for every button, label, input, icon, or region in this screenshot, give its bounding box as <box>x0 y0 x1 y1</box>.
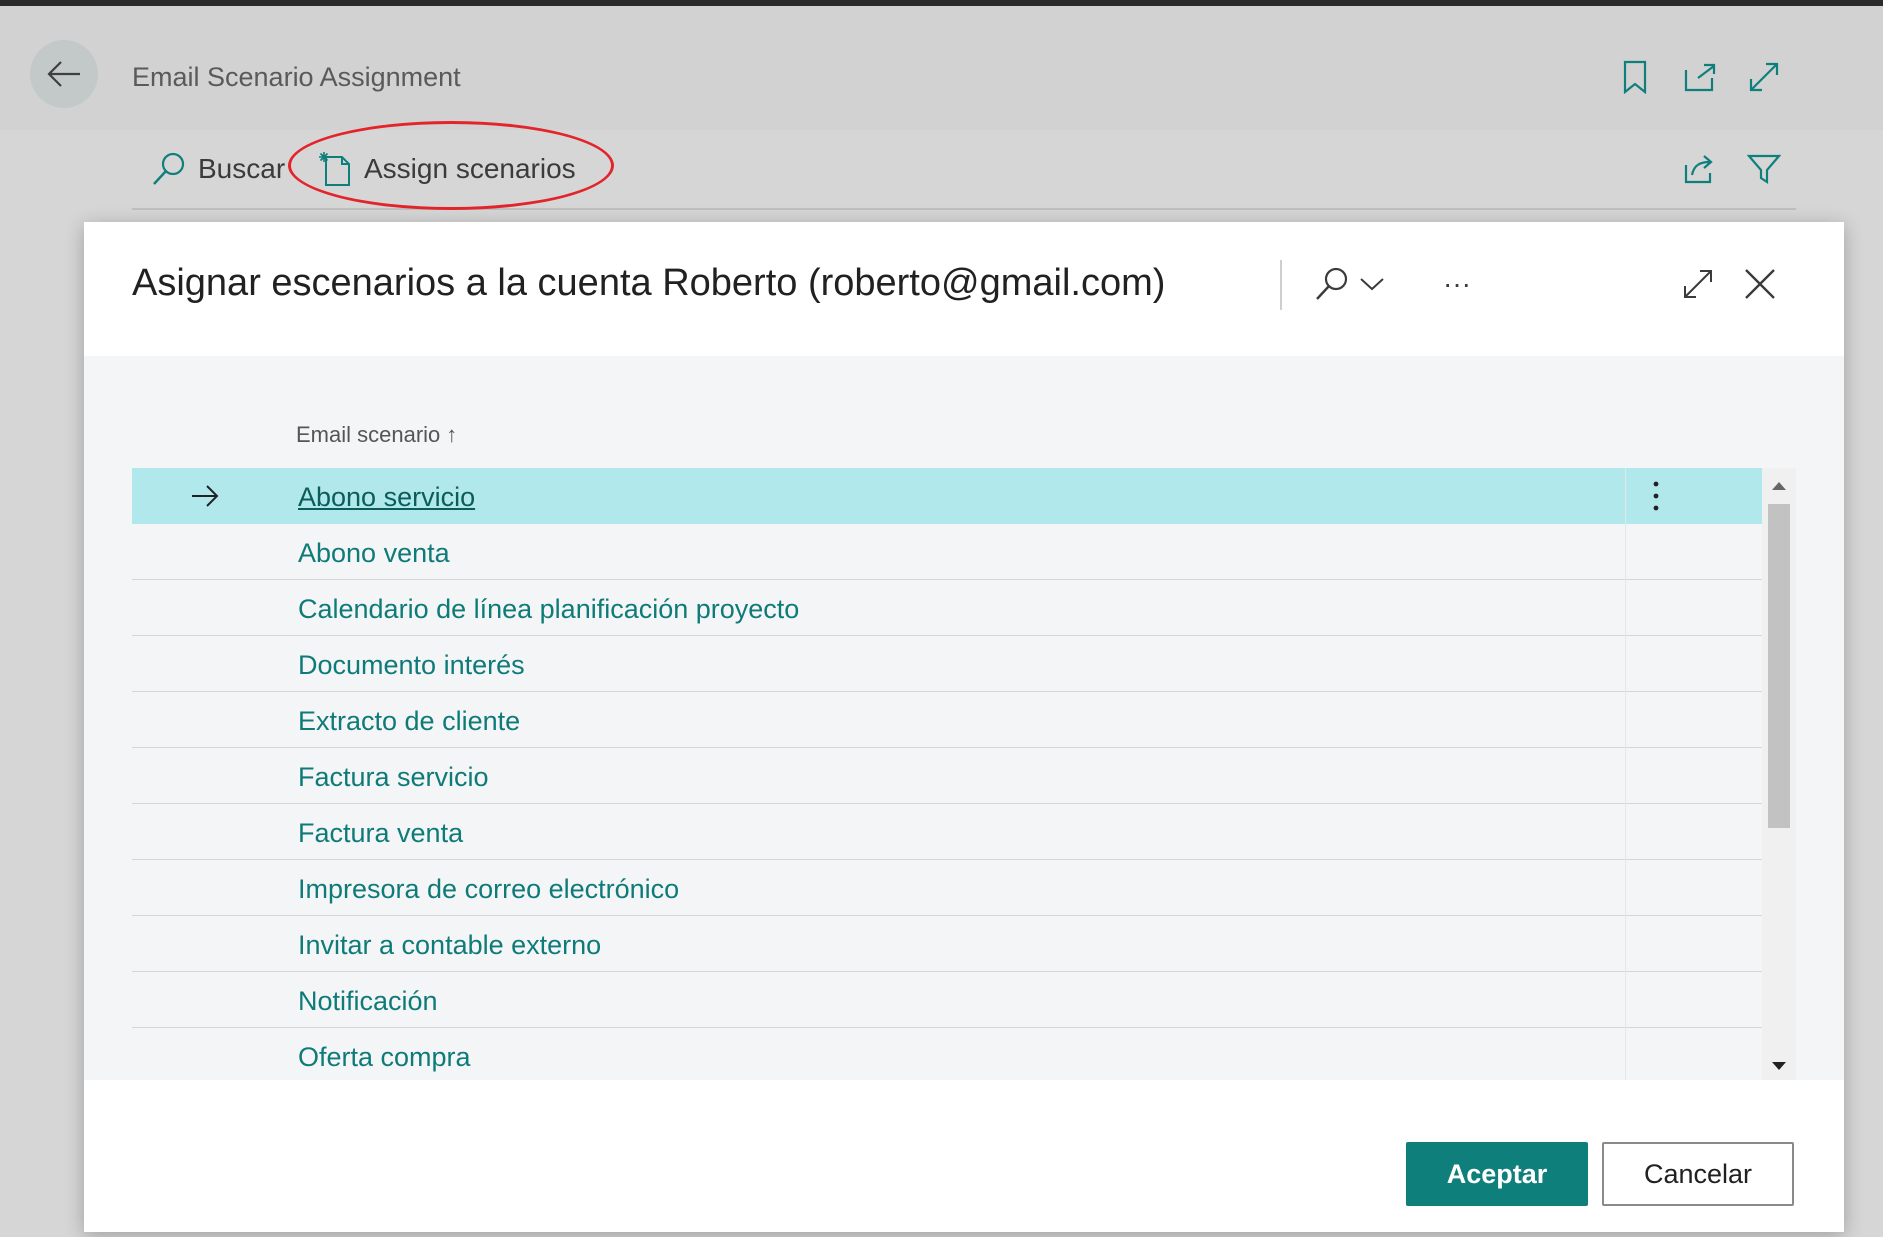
scenario-list: Abono servicio Abono venta Calendario de l… <box>132 468 1762 1080</box>
row-actions-icon[interactable] <box>1644 478 1668 514</box>
list-item[interactable]: Abono servicio <box>132 468 1762 524</box>
search-action[interactable]: Buscar <box>150 150 285 188</box>
email-scenario-cell[interactable]: Extracto de cliente <box>298 706 520 737</box>
list-item[interactable]: Abono venta <box>132 524 1762 580</box>
scrollbar-thumb[interactable] <box>1768 504 1790 828</box>
column-header-email-scenario[interactable]: Email scenario ↑ <box>296 422 457 448</box>
list-item[interactable]: Factura venta <box>132 804 1762 860</box>
column-divider <box>1625 636 1626 692</box>
search-icon <box>150 150 188 188</box>
list-item[interactable]: Calendario de línea planificación proyec… <box>132 580 1762 636</box>
email-scenario-cell[interactable]: Impresora de correo electrónico <box>298 874 679 905</box>
column-divider <box>1625 804 1626 860</box>
list-item[interactable]: Invitar a contable externo <box>132 916 1762 972</box>
scroll-up-icon[interactable] <box>1772 482 1786 490</box>
bookmark-button[interactable] <box>1616 58 1654 96</box>
filter-icon <box>1747 154 1781 185</box>
email-scenario-cell[interactable]: Oferta compra <box>298 1042 471 1073</box>
header-separator <box>1280 260 1282 310</box>
column-header-label: Email scenario <box>296 422 441 447</box>
column-divider <box>1625 468 1626 524</box>
back-button[interactable] <box>30 40 98 108</box>
expand-icon <box>1749 62 1779 92</box>
email-scenario-cell[interactable]: Abono servicio <box>298 482 475 513</box>
email-scenario-cell[interactable]: Factura venta <box>298 818 463 849</box>
search-dropdown-button[interactable] <box>1310 262 1390 306</box>
column-divider <box>1625 748 1626 804</box>
more-options-button[interactable]: ··· <box>1430 262 1484 306</box>
list-item[interactable]: Oferta compra <box>132 1028 1762 1080</box>
list-scrollbar[interactable] <box>1762 468 1796 1080</box>
email-scenario-cell[interactable]: Invitar a contable externo <box>298 930 601 961</box>
action-bar-divider <box>132 208 1796 210</box>
back-arrow-icon <box>47 61 80 87</box>
close-icon <box>1745 269 1775 299</box>
expand-dialog-button[interactable] <box>1676 262 1720 306</box>
list-item[interactable]: Factura servicio <box>132 748 1762 804</box>
current-row-arrow-icon <box>192 485 219 507</box>
column-divider <box>1625 1028 1626 1080</box>
filter-button[interactable] <box>1745 150 1783 188</box>
dialog-body: Email scenario ↑ Abono servicio Abono ven… <box>84 356 1844 1080</box>
accept-button[interactable]: Aceptar <box>1406 1142 1588 1206</box>
page-title: Email Scenario Assignment <box>132 62 461 92</box>
dialog-header: Asignar escenarios a la cuenta Roberto (… <box>84 222 1844 356</box>
email-scenario-cell[interactable]: Calendario de línea planificación proyec… <box>298 594 799 625</box>
search-action-label: Buscar <box>198 153 286 184</box>
column-divider <box>1625 916 1626 972</box>
chevron-down-icon <box>1360 278 1384 291</box>
open-in-new-window-icon <box>1684 63 1716 92</box>
scroll-down-icon[interactable] <box>1772 1062 1786 1070</box>
email-scenario-cell[interactable]: Documento interés <box>298 650 525 681</box>
email-scenario-cell[interactable]: Notificación <box>298 986 438 1017</box>
email-scenario-cell[interactable]: Abono venta <box>298 538 450 569</box>
dialog-footer: Aceptar Cancelar <box>84 1080 1844 1232</box>
cancel-button[interactable]: Cancelar <box>1602 1142 1794 1206</box>
list-item[interactable]: Extracto de cliente <box>132 692 1762 748</box>
open-in-new-window-button[interactable] <box>1680 58 1718 96</box>
column-divider <box>1625 972 1626 1028</box>
bookmark-icon <box>1623 60 1647 94</box>
share-button[interactable] <box>1680 150 1718 188</box>
assign-scenarios-dialog: Asignar escenarios a la cuenta Roberto (… <box>84 222 1844 1232</box>
email-scenario-cell[interactable]: Factura servicio <box>298 762 489 793</box>
list-item[interactable]: Notificación <box>132 972 1762 1028</box>
close-dialog-button[interactable] <box>1738 262 1782 306</box>
search-icon <box>1316 267 1348 300</box>
sort-ascending-icon: ↑ <box>446 422 458 447</box>
annotation-ellipse <box>288 121 614 210</box>
column-divider <box>1625 524 1626 580</box>
page-header: Email Scenario Assignment <box>0 6 1883 130</box>
column-divider <box>1625 860 1626 916</box>
dialog-title: Asignar escenarios a la cuenta Roberto (… <box>132 262 1166 304</box>
list-item[interactable]: Documento interés <box>132 636 1762 692</box>
list-item[interactable]: Impresora de correo electrónico <box>132 860 1762 916</box>
share-icon <box>1684 155 1713 184</box>
column-divider <box>1625 692 1626 748</box>
expand-page-button[interactable] <box>1745 58 1783 96</box>
expand-icon <box>1684 270 1712 298</box>
column-divider <box>1625 580 1626 636</box>
